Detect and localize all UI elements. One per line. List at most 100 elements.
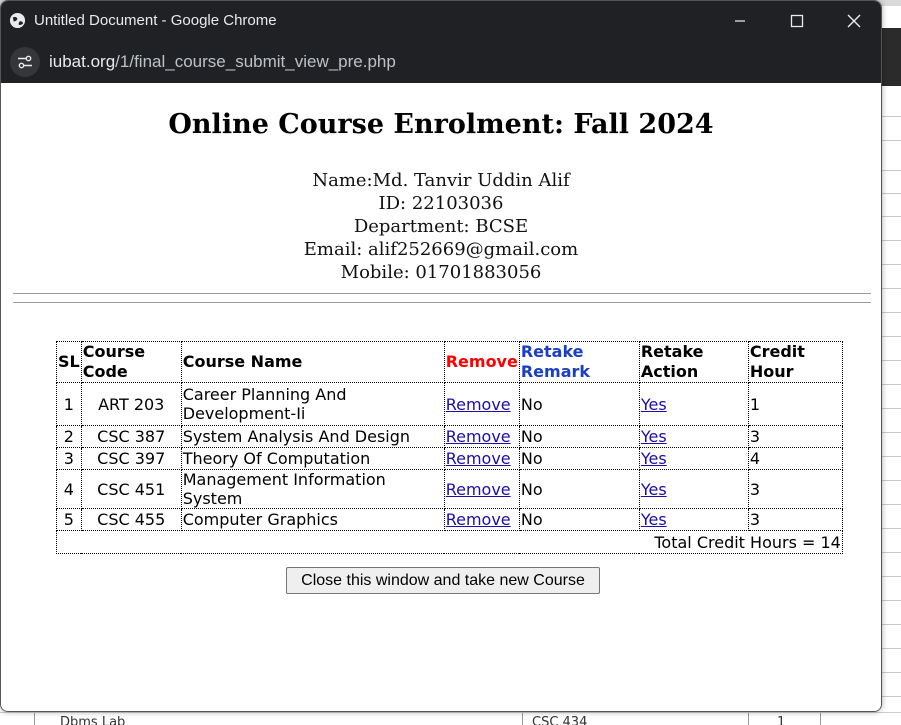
- globe-icon: [9, 12, 26, 29]
- header-retake-remark: Retake Remark: [518, 341, 640, 383]
- remove-link[interactable]: Remove: [446, 449, 511, 468]
- background-course-name: Dbms Lab: [60, 715, 126, 725]
- retake-yes-link[interactable]: Yes: [641, 480, 667, 499]
- background-header-band: [882, 28, 901, 86]
- minimize-button[interactable]: [711, 1, 769, 41]
- row-retake-action-cell: Yes: [638, 447, 749, 470]
- close-and-take-new-course-button[interactable]: Close this window and take new Course: [286, 567, 600, 594]
- background-divider: [882, 116, 901, 117]
- student-department: Department: BCSE: [353, 216, 529, 237]
- row-credit-hour: 4: [747, 447, 843, 470]
- row-remove-cell: Remove: [443, 382, 520, 426]
- row-credit-hour: 3: [747, 469, 843, 509]
- row-course-code: CSC 387: [80, 425, 182, 448]
- row-retake-action-cell: Yes: [638, 425, 749, 448]
- window-titlebar[interactable]: Untitled Document - Google Chrome: [1, 1, 881, 41]
- header-retake-action-line1: Retake: [640, 342, 704, 361]
- row-credit-hour: 3: [747, 425, 843, 448]
- retake-yes-link[interactable]: Yes: [641, 449, 667, 468]
- background-divider: [882, 288, 901, 289]
- background-divider: [882, 504, 901, 505]
- row-sl: 1: [56, 382, 82, 426]
- header-course-name: Course Name: [180, 341, 445, 383]
- background-divider: [882, 336, 901, 337]
- background-divider: [882, 648, 901, 649]
- background-divider: [882, 240, 901, 241]
- background-divider: [882, 384, 901, 385]
- row-retake-action-cell: Yes: [638, 382, 749, 426]
- maximize-icon: [790, 14, 804, 28]
- page-content: Online Course Enrolment: Fall 2024 Name:…: [1, 83, 881, 711]
- student-info: Name:Md. Tanvir Uddin Alif ID: 22103036 …: [1, 169, 881, 284]
- url-text[interactable]: iubat.org/1/final_course_submit_view_pre…: [49, 52, 396, 72]
- row-course-name: Career Planning And Development-Ii: [180, 382, 445, 426]
- row-course-name: Management Information System: [180, 469, 445, 509]
- background-cell-divider: [820, 713, 821, 725]
- header-retake-remark-line2: Remark: [520, 362, 591, 381]
- address-bar: iubat.org/1/final_course_submit_view_pre…: [1, 41, 881, 83]
- remove-link[interactable]: Remove: [446, 480, 511, 499]
- retake-yes-link[interactable]: Yes: [641, 395, 667, 414]
- row-course-name-line1: Career Planning And: [182, 385, 347, 404]
- background-divider: [882, 600, 901, 601]
- row-retake-action-cell: Yes: [638, 508, 749, 531]
- student-name: Name:Md. Tanvir Uddin Alif: [312, 170, 570, 191]
- background-divider: [882, 140, 901, 141]
- header-retake-action: Retake Action: [638, 341, 749, 383]
- close-window-button[interactable]: [825, 1, 881, 41]
- row-credit-hour: 3: [747, 508, 843, 531]
- background-cell-divider: [748, 713, 749, 725]
- table-row: 3 CSC 397 Theory Of Computation Remove N…: [56, 447, 843, 470]
- background-divider: [882, 193, 901, 194]
- table-total-row: Total Credit Hours = 14: [56, 530, 843, 554]
- table-header-row: SL Course Code Course Name Remove Retake R…: [56, 341, 843, 383]
- retake-yes-link[interactable]: Yes: [641, 427, 667, 446]
- row-sl: 5: [56, 508, 82, 531]
- url-path: /1/final_course_submit_view_pre.php: [115, 52, 396, 71]
- background-divider: [882, 312, 901, 313]
- course-table: SL Course Code Course Name Remove Retake R…: [56, 341, 843, 554]
- row-course-name: Computer Graphics: [180, 508, 445, 531]
- header-course-code-line1: Course: [82, 342, 146, 361]
- background-divider: [882, 696, 901, 697]
- row-remove-cell: Remove: [443, 447, 520, 470]
- header-course-code-line2: Code: [82, 362, 128, 381]
- row-remove-cell: Remove: [443, 469, 520, 509]
- student-email: Email: alif252669@gmail.com: [303, 239, 579, 260]
- background-divider: [882, 432, 901, 433]
- row-remove-cell: Remove: [443, 508, 520, 531]
- retake-yes-link[interactable]: Yes: [641, 510, 667, 529]
- row-retake-remark: No: [518, 382, 640, 426]
- page-title: Online Course Enrolment: Fall 2024: [168, 109, 714, 140]
- row-sl: 4: [56, 469, 82, 509]
- header-course-code: Course Code: [80, 341, 182, 383]
- background-divider: [882, 408, 901, 409]
- site-info-button[interactable]: [10, 47, 40, 77]
- row-retake-remark: No: [518, 425, 640, 448]
- row-course-name-line2: Development-Ii: [182, 404, 306, 423]
- close-icon: [847, 14, 861, 28]
- total-credit-hours: Total Credit Hours = 14: [56, 530, 843, 554]
- background-page-bottom-row: Dbms Lab CSC 434 1: [0, 712, 901, 725]
- row-course-code: CSC 455: [80, 508, 182, 531]
- background-credit: 1: [777, 715, 786, 725]
- remove-link[interactable]: Remove: [446, 427, 511, 446]
- table-row: 1 ART 203 Career Planning And Development…: [56, 382, 843, 426]
- header-credit-hour: Credit Hour: [747, 341, 843, 383]
- site-settings-icon: [18, 55, 32, 69]
- row-sl: 3: [56, 447, 82, 470]
- header-retake-remark-line1: Retake: [520, 342, 584, 361]
- row-retake-action-cell: Yes: [638, 469, 749, 509]
- row-course-name: System Analysis And Design: [180, 425, 445, 448]
- background-divider: [882, 456, 901, 457]
- remove-link[interactable]: Remove: [446, 510, 511, 529]
- chrome-popup-window: Untitled Document - Google Chrome iubat.…: [0, 0, 882, 712]
- row-course-code: CSC 451: [80, 469, 182, 509]
- remove-link[interactable]: Remove: [446, 395, 511, 414]
- table-row: 2 CSC 387 System Analysis And Design Rem…: [56, 425, 843, 448]
- maximize-button[interactable]: [768, 1, 826, 41]
- header-sl: SL: [56, 341, 82, 383]
- background-divider: [882, 360, 901, 361]
- background-divider: [882, 528, 901, 529]
- background-divider: [882, 264, 901, 265]
